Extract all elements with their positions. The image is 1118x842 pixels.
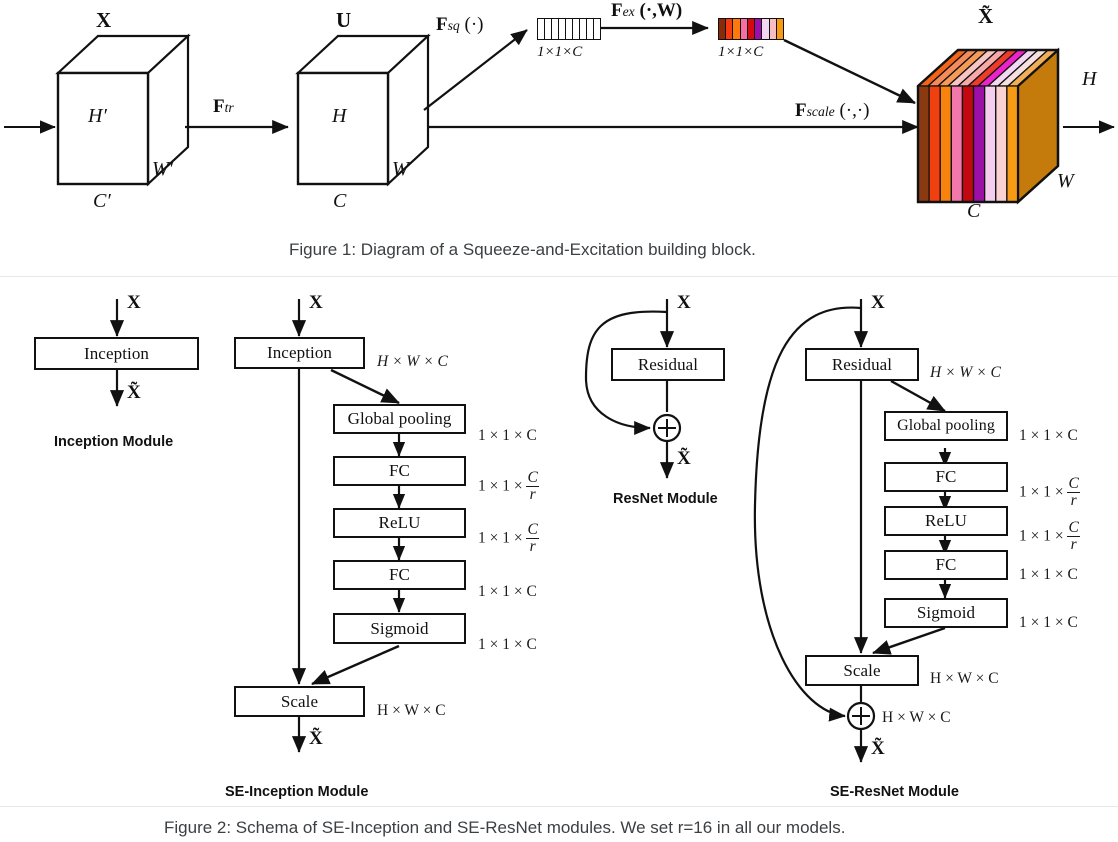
resnet-module-connectors bbox=[584, 299, 682, 479]
fraction-c-over-r: Cr bbox=[1067, 519, 1080, 554]
figure-2-caption: Figure 2: Schema of SE-Inception and SE-… bbox=[164, 818, 846, 837]
resnet-input-label: X bbox=[677, 292, 691, 313]
dim-se-resnet-scale: H × W × C bbox=[930, 670, 999, 687]
fraction-c-over-r: Cr bbox=[526, 521, 539, 556]
module-title-se-inception: SE-Inception Module bbox=[225, 784, 369, 800]
resnet-output-label: X̃ bbox=[677, 448, 691, 469]
inception-output-label: X̃ bbox=[127, 382, 141, 403]
block-se-resnet-fc2[interactable]: FC bbox=[884, 550, 1008, 580]
block-se-inception-scale[interactable]: Scale bbox=[234, 686, 365, 717]
inception-input-label: X bbox=[127, 292, 141, 313]
block-se-resnet-relu[interactable]: ReLU bbox=[884, 506, 1008, 536]
module-title-se-resnet: SE-ResNet Module bbox=[830, 784, 959, 800]
dim-se-resnet-sigmoid: 1 × 1 × C bbox=[1019, 614, 1078, 631]
block-se-inception-fc1[interactable]: FC bbox=[333, 456, 466, 486]
module-title-resnet: ResNet Module bbox=[613, 491, 718, 507]
dim-se-inception-sigmoid: 1 × 1 × C bbox=[478, 636, 537, 653]
dim-se-resnet-global-pooling: 1 × 1 × C bbox=[1019, 427, 1078, 444]
block-se-inception-sigmoid[interactable]: Sigmoid bbox=[333, 613, 466, 644]
dim-prefix: 1 × 1 × bbox=[1019, 483, 1068, 501]
dim-se-resnet-relu: 1 × 1 × Cr bbox=[1019, 519, 1080, 554]
block-se-resnet-scale[interactable]: Scale bbox=[805, 655, 919, 686]
block-resnet-residual[interactable]: Residual bbox=[611, 348, 725, 381]
dim-se-inception-fc2: 1 × 1 × C bbox=[478, 583, 537, 600]
se-inception-input-label: X bbox=[309, 292, 323, 313]
dim-se-inception-relu: 1 × 1 × Cr bbox=[478, 521, 539, 556]
block-se-inception-fc2[interactable]: FC bbox=[333, 560, 466, 590]
dim-se-inception-scale: H × W × C bbox=[377, 702, 446, 719]
fraction-c-over-r: Cr bbox=[1067, 475, 1080, 510]
dim-prefix: 1 × 1 × bbox=[478, 477, 527, 495]
se-resnet-output-label: X̃ bbox=[871, 738, 885, 759]
dim-prefix: 1 × 1 × bbox=[478, 529, 527, 547]
block-se-resnet-global-pooling[interactable]: Global pooling bbox=[884, 411, 1008, 441]
se-resnet-input-label: X bbox=[871, 292, 885, 313]
dim-se-inception-inception: H × W × C bbox=[377, 353, 448, 370]
dim-se-inception-fc1: 1 × 1 × Cr bbox=[478, 469, 539, 504]
figure-page: X U X̃ H′ W′ C′ H W C H W C Ftr Fsq (·) … bbox=[0, 0, 1118, 842]
block-se-resnet-fc1[interactable]: FC bbox=[884, 462, 1008, 492]
dim-se-inception-global-pooling: 1 × 1 × C bbox=[478, 427, 537, 444]
block-se-inception-inception[interactable]: Inception bbox=[234, 337, 365, 369]
dim-prefix: 1 × 1 × bbox=[1019, 527, 1068, 545]
block-inception[interactable]: Inception bbox=[34, 337, 199, 370]
module-title-inception: Inception Module bbox=[54, 434, 174, 450]
dim-se-resnet-sum: H × W × C bbox=[882, 709, 951, 726]
dim-se-resnet-residual: H × W × C bbox=[930, 364, 1001, 381]
dim-se-resnet-fc1: 1 × 1 × Cr bbox=[1019, 475, 1080, 510]
dim-se-resnet-fc2: 1 × 1 × C bbox=[1019, 566, 1078, 583]
block-se-inception-relu[interactable]: ReLU bbox=[333, 508, 466, 538]
block-se-inception-global-pooling[interactable]: Global pooling bbox=[333, 404, 466, 434]
se-inception-output-label: X̃ bbox=[309, 728, 323, 749]
block-se-resnet-sigmoid[interactable]: Sigmoid bbox=[884, 598, 1008, 628]
fraction-c-over-r: Cr bbox=[526, 469, 539, 504]
block-se-resnet-residual[interactable]: Residual bbox=[805, 348, 919, 381]
